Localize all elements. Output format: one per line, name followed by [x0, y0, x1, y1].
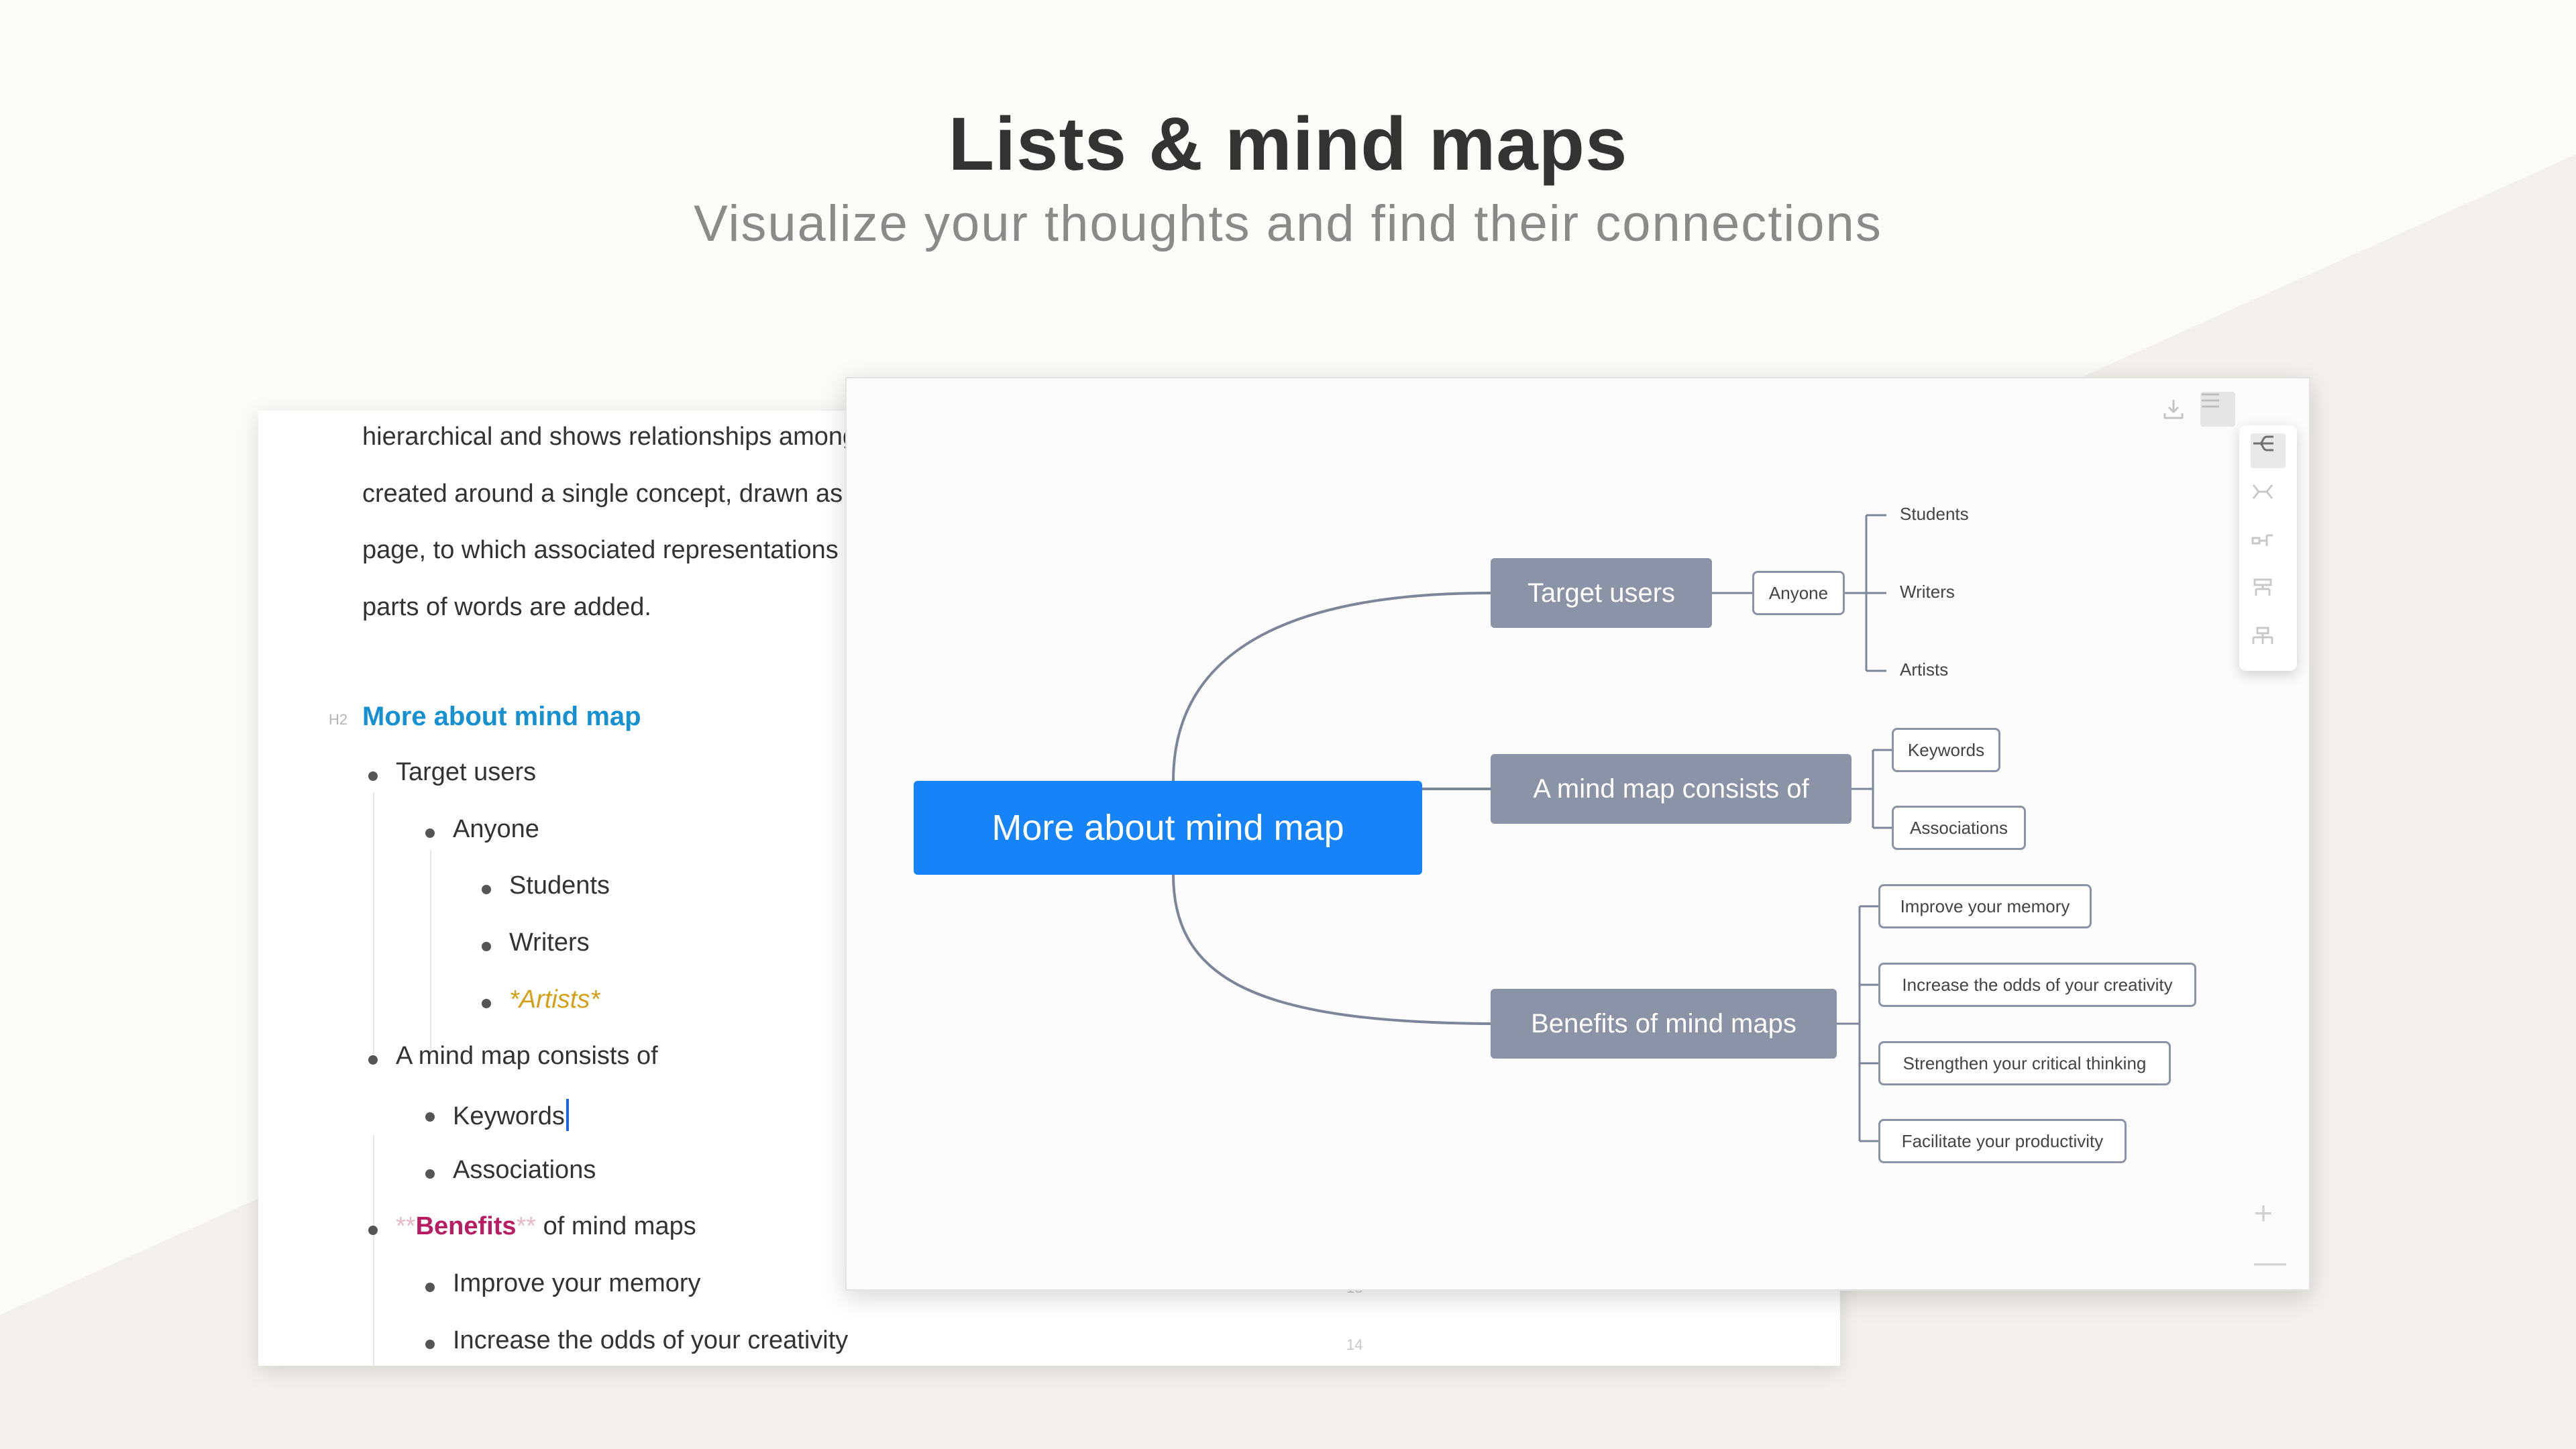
connector	[1172, 874, 1491, 1025]
list-item[interactable]: Increase the odds of your creativity	[453, 1326, 848, 1355]
mindmap-leaf-node[interactable]: Strengthen your critical thinking	[1878, 1041, 2171, 1085]
list-item-text: of mind maps	[536, 1212, 696, 1240]
list-bullet	[425, 1112, 435, 1122]
mindmap-text-node[interactable]: Artists	[1900, 659, 1948, 680]
mindmap-leaf-node[interactable]: Improve your memory	[1878, 884, 2092, 928]
connector	[1172, 592, 1491, 782]
layout-tree-button[interactable]	[2251, 578, 2286, 613]
list-item[interactable]: *Artists*	[509, 985, 600, 1014]
list-item[interactable]: Target users	[396, 758, 536, 787]
mindmap-branch-node[interactable]: Target users	[1491, 558, 1712, 628]
layout-both-button[interactable]	[2251, 482, 2286, 517]
mindmap-leaf-node[interactable]: Facilitate your productivity	[1878, 1119, 2127, 1163]
indent-guide	[373, 1135, 374, 1366]
mindmap-branch-node[interactable]: Benefits of mind maps	[1491, 989, 1837, 1059]
list-item-text: Keywords	[453, 1102, 565, 1130]
hamburger-icon	[2202, 393, 2219, 408]
list-item[interactable]: Associations	[453, 1156, 596, 1185]
list-item[interactable]: Anyone	[453, 815, 539, 844]
bold-markup: **	[396, 1212, 416, 1240]
layout-right-icon	[2253, 435, 2273, 451]
layout-tree-alt-button[interactable]	[2251, 627, 2286, 661]
list-item[interactable]: Students	[509, 871, 610, 900]
mindmap-leaf-node[interactable]: Associations	[1892, 806, 2026, 850]
indent-guide	[430, 850, 431, 1055]
mindmap-branch-node[interactable]: A mind map consists of	[1491, 754, 1851, 824]
bold-markup: **	[516, 1212, 537, 1240]
mindmap-window[interactable]: More about mind map Target users A mind …	[845, 377, 2310, 1291]
heading-level-marker: H2	[329, 711, 348, 728]
list-bullet	[482, 999, 491, 1008]
layout-toolbar	[2239, 425, 2297, 671]
list-bullet	[425, 1340, 435, 1349]
line-number: 14	[1346, 1336, 1363, 1353]
bold-text: Benefits	[415, 1212, 517, 1240]
zoom-out-button[interactable]: —	[2254, 1244, 2286, 1281]
mindmap-leaf-node[interactable]: Anyone	[1752, 571, 1845, 615]
paragraph-line: parts of words are added.	[362, 593, 651, 621]
list-bullet	[425, 1283, 435, 1292]
list-bullet	[368, 771, 378, 781]
mindmap-leaf-node[interactable]: Increase the odds of your creativity	[1878, 963, 2196, 1007]
layout-tree-alt-icon	[2252, 627, 2273, 644]
layout-org-icon	[2251, 534, 2273, 546]
layout-org-button[interactable]	[2251, 530, 2286, 565]
toolbar-toggle-button[interactable]	[2200, 392, 2235, 427]
section-heading[interactable]: More about mind map	[362, 702, 641, 732]
list-item[interactable]: Improve your memory	[453, 1269, 701, 1298]
list-item[interactable]: Writers	[509, 928, 590, 957]
list-item[interactable]: Keywords	[453, 1099, 569, 1131]
list-bullet	[425, 828, 435, 838]
mindmap-leaf-node[interactable]: Keywords	[1892, 728, 2000, 772]
mindmap-text-node[interactable]: Writers	[1900, 582, 1955, 602]
layout-both-icon	[2252, 484, 2273, 499]
zoom-in-button[interactable]: +	[2254, 1195, 2273, 1232]
layout-tree-icon	[2253, 578, 2272, 596]
layout-right-button[interactable]	[2251, 433, 2286, 468]
list-bullet	[425, 1169, 435, 1179]
list-bullet	[482, 942, 491, 951]
paragraph-line: hierarchical and shows relationships amo…	[362, 423, 857, 451]
list-item[interactable]: **Benefits** of mind maps	[396, 1212, 696, 1241]
download-icon[interactable]	[2161, 397, 2186, 421]
list-item[interactable]: A mind map consists of	[396, 1042, 658, 1071]
mindmap-root-node[interactable]: More about mind map	[914, 781, 1422, 875]
text-cursor	[566, 1099, 569, 1131]
hero-title: Lists & mind maps	[948, 102, 1628, 186]
list-bullet	[368, 1226, 378, 1235]
list-bullet	[482, 885, 491, 894]
paragraph-line: created around a single concept, drawn a…	[362, 480, 843, 508]
list-bullet	[368, 1055, 378, 1065]
mindmap-text-node[interactable]: Students	[1900, 504, 1969, 525]
indent-guide	[373, 793, 374, 1055]
paragraph-line: page, to which associated representation…	[362, 536, 839, 564]
indent-guide	[373, 1362, 374, 1366]
hero-subtitle: Visualize your thoughts and find their c…	[694, 195, 1882, 252]
